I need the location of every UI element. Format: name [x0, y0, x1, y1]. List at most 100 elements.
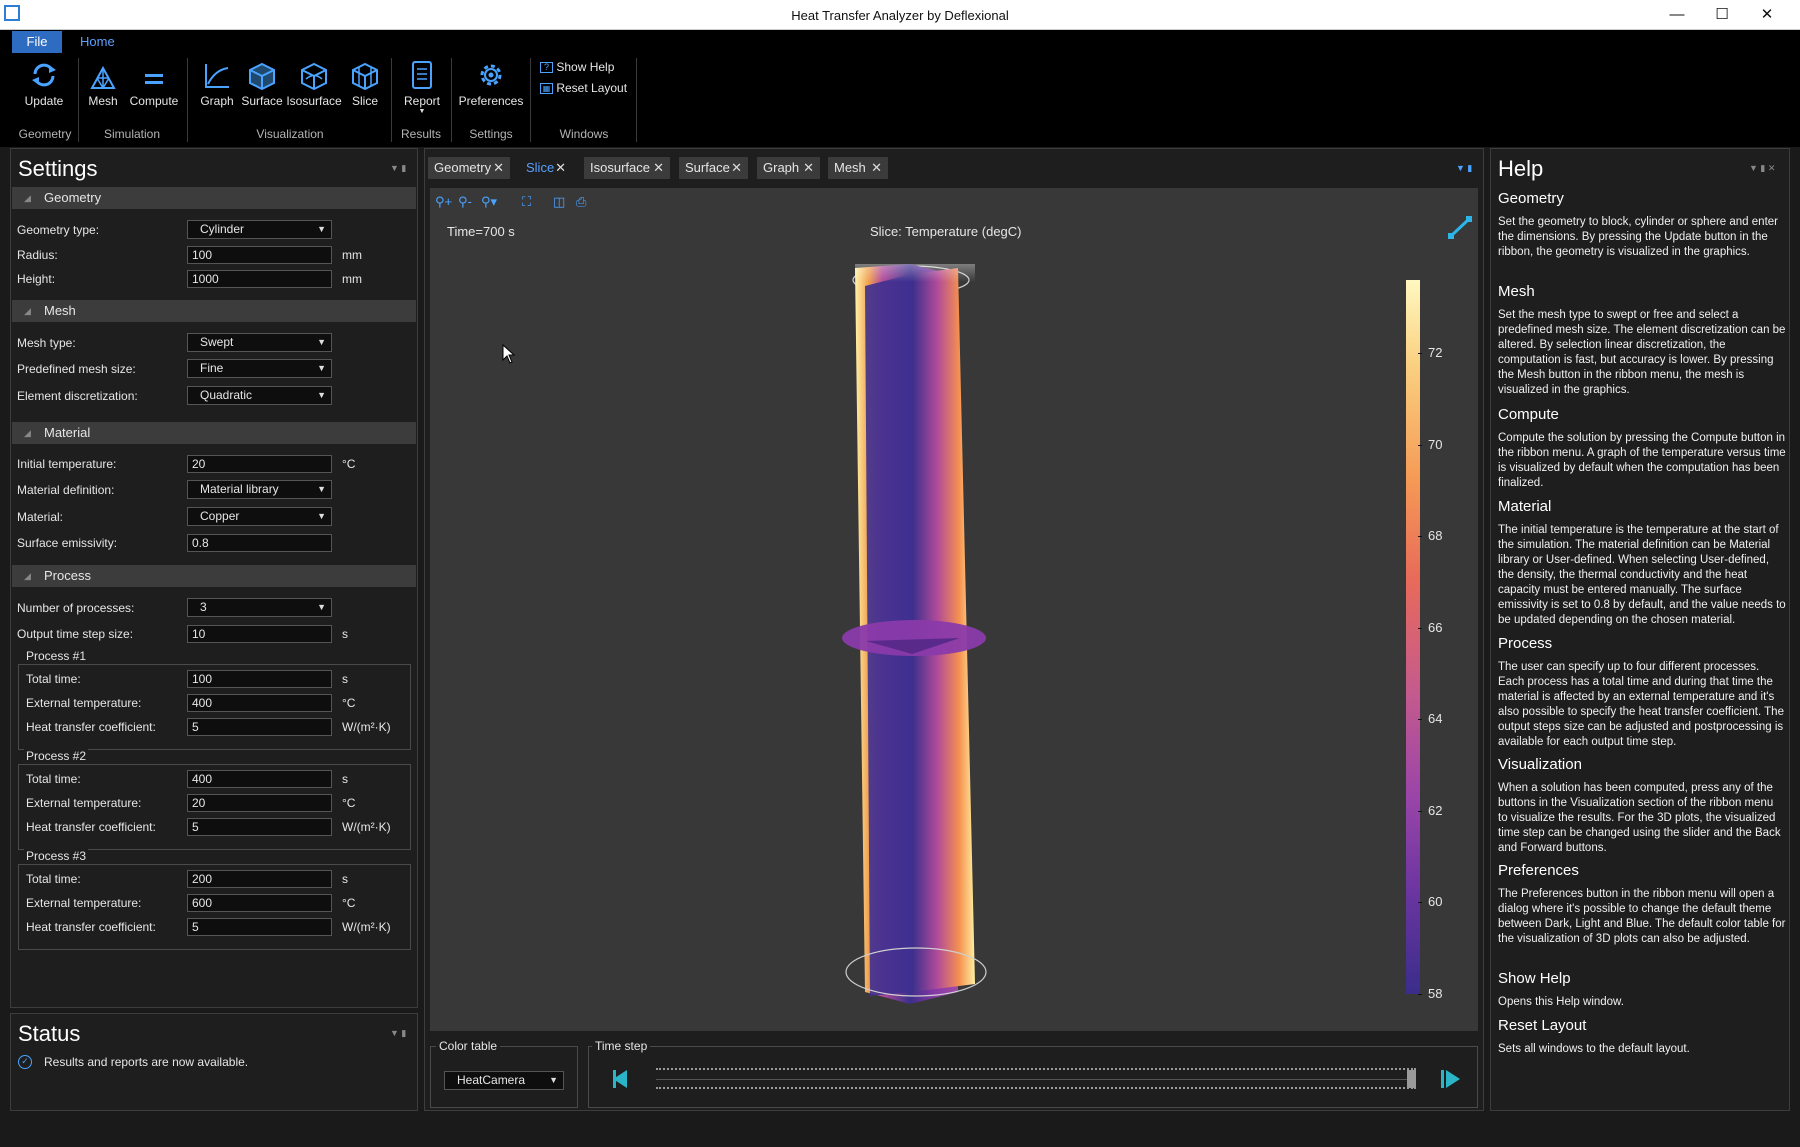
- compute-label: Compute: [129, 94, 179, 108]
- zoom-out-icon[interactable]: ⚲-: [458, 194, 472, 210]
- process-1-total-time-field[interactable]: 100: [187, 670, 332, 688]
- collapse-icon: ◢: [24, 306, 31, 316]
- file-tab[interactable]: File: [12, 31, 62, 53]
- forward-button[interactable]: [1446, 1070, 1460, 1088]
- close-tab-icon[interactable]: ✕: [493, 157, 504, 179]
- maximize-button[interactable]: ☐: [1707, 4, 1737, 26]
- mesh-type-select[interactable]: Swept ▼: [187, 333, 332, 352]
- initial-temp-field[interactable]: 20: [187, 455, 332, 473]
- help-section-text: The Preferences button in the ribbon men…: [1498, 888, 1786, 945]
- material-select[interactable]: Copper ▼: [187, 507, 332, 526]
- tab-slice[interactable]: Slice ✕: [520, 157, 572, 179]
- update-button[interactable]: Update: [20, 60, 68, 108]
- close-tab-icon[interactable]: ✕: [731, 157, 742, 179]
- process-3-external-temp-field[interactable]: 600: [187, 894, 332, 912]
- initial-temp-unit: °C: [342, 457, 356, 471]
- close-tab-icon[interactable]: ✕: [555, 157, 566, 179]
- process-1-external-temp-field[interactable]: 400: [187, 694, 332, 712]
- mouse-cursor-icon: [502, 344, 516, 364]
- zoom-extents-icon[interactable]: ⛶: [522, 194, 531, 210]
- help-panel: [1490, 148, 1790, 1111]
- tab-mesh[interactable]: Mesh ✕: [828, 157, 888, 179]
- mesh-button[interactable]: Mesh: [86, 60, 120, 108]
- help-section-text: The user can specify up to four differen…: [1498, 661, 1784, 748]
- graph-icon: [199, 60, 235, 90]
- process-2-external-temp-field[interactable]: 20: [187, 794, 332, 812]
- process-header-label: Process: [44, 568, 91, 583]
- minimize-button[interactable]: —: [1662, 4, 1692, 26]
- slider-thumb[interactable]: [1407, 1070, 1416, 1088]
- show-help-button[interactable]: ? Show Help: [540, 60, 614, 74]
- close-tab-icon[interactable]: ✕: [871, 157, 882, 179]
- colorbar-tick-label: 58: [1428, 985, 1443, 1001]
- print-icon[interactable]: ⎙: [576, 194, 586, 210]
- close-tab-icon[interactable]: ✕: [653, 157, 664, 179]
- reset-layout-button[interactable]: ▦ Reset Layout: [540, 81, 627, 95]
- process-3-total-time-field[interactable]: 200: [187, 870, 332, 888]
- slider-ticks: [656, 1087, 1416, 1090]
- group-windows: Windows: [559, 127, 609, 141]
- back-bar: [613, 1070, 616, 1088]
- material-def-select[interactable]: Material library ▼: [187, 480, 332, 499]
- camera-icon[interactable]: ◫: [553, 194, 565, 210]
- help-pin-icon[interactable]: ▼ ▮ ✕: [1749, 163, 1775, 174]
- colorbar-tick-label: 66: [1428, 619, 1443, 635]
- emissivity-field[interactable]: 0.8: [187, 534, 332, 552]
- status-pin-icon[interactable]: ▼ ▮: [390, 1028, 406, 1039]
- preferences-label: Preferences: [458, 94, 524, 108]
- separator: [530, 58, 531, 142]
- radius-field[interactable]: 100: [187, 246, 332, 264]
- time-step-size-field[interactable]: 10: [187, 625, 332, 643]
- isosurface-button[interactable]: Isosurface: [286, 60, 342, 108]
- surface-button[interactable]: Surface: [241, 60, 283, 108]
- separator: [451, 58, 452, 142]
- dropdown-arrow-icon: ▼: [317, 390, 326, 400]
- slice-button[interactable]: Slice: [351, 60, 379, 108]
- group-settings: Settings: [469, 127, 513, 141]
- close-window-button[interactable]: ✕: [1752, 4, 1782, 26]
- slider-track: [656, 1079, 1416, 1080]
- mesh-section-header[interactable]: ◢ Mesh: [12, 300, 416, 322]
- color-table-select[interactable]: HeatCamera ▼: [444, 1071, 564, 1090]
- mesh-size-select[interactable]: Fine ▼: [187, 359, 332, 378]
- process-3-htc-field[interactable]: 5: [187, 918, 332, 936]
- tab-isosurface-label: Isosurface: [590, 160, 650, 175]
- refresh-icon: [20, 60, 68, 90]
- zoom-box-icon[interactable]: ⚲▾: [481, 194, 497, 210]
- help-section-heading: Visualization: [1498, 756, 1582, 773]
- colorbar-tick-mark: [1418, 444, 1422, 446]
- help-section-heading: Preferences: [1498, 862, 1579, 879]
- close-tab-icon[interactable]: ✕: [803, 157, 814, 179]
- geometry-type-value: Cylinder: [200, 222, 245, 236]
- process-2-htc-field[interactable]: 5: [187, 818, 332, 836]
- tab-surface[interactable]: Surface ✕: [679, 157, 748, 179]
- material-section-header[interactable]: ◢ Material: [12, 422, 416, 444]
- home-tab[interactable]: Home: [70, 31, 125, 53]
- tab-geometry[interactable]: Geometry ✕: [428, 157, 510, 179]
- gear-icon: [458, 60, 524, 90]
- slice-label: Slice: [351, 94, 378, 108]
- geometry-section-header[interactable]: ◢ Geometry: [12, 187, 416, 209]
- tab-graph[interactable]: Graph ✕: [757, 157, 820, 179]
- help-section-text: The initial temperature is the temperatu…: [1498, 524, 1786, 626]
- report-button[interactable]: Report ▼: [401, 60, 443, 115]
- compute-button[interactable]: Compute: [128, 60, 180, 108]
- settings-pin-icon[interactable]: ▼ ▮: [390, 163, 406, 174]
- num-processes-select[interactable]: 3 ▼: [187, 598, 332, 617]
- process-1-htc-field[interactable]: 5: [187, 718, 332, 736]
- slice-cube-icon: [351, 60, 379, 90]
- tabs-menu-icon[interactable]: ▼ ▮: [1456, 163, 1472, 174]
- time-step-slider[interactable]: [656, 1064, 1416, 1094]
- graph-button[interactable]: Graph: [199, 60, 235, 108]
- preferences-button[interactable]: Preferences: [458, 60, 524, 108]
- zoom-in-icon[interactable]: ⚲+: [435, 194, 452, 210]
- title-bar: Heat Transfer Analyzer by Deflexional — …: [0, 0, 1800, 30]
- height-field[interactable]: 1000: [187, 270, 332, 288]
- discretization-select[interactable]: Quadratic ▼: [187, 386, 332, 405]
- process-2-total-time-field[interactable]: 400: [187, 770, 332, 788]
- report-dropdown-icon[interactable]: ▼: [401, 108, 443, 115]
- tab-isosurface[interactable]: Isosurface ✕: [584, 157, 670, 179]
- process-section-header[interactable]: ◢ Process: [12, 565, 416, 587]
- help-section-text: Compute the solution by pressing the Com…: [1498, 432, 1786, 489]
- geometry-type-select[interactable]: Cylinder ▼: [187, 220, 332, 239]
